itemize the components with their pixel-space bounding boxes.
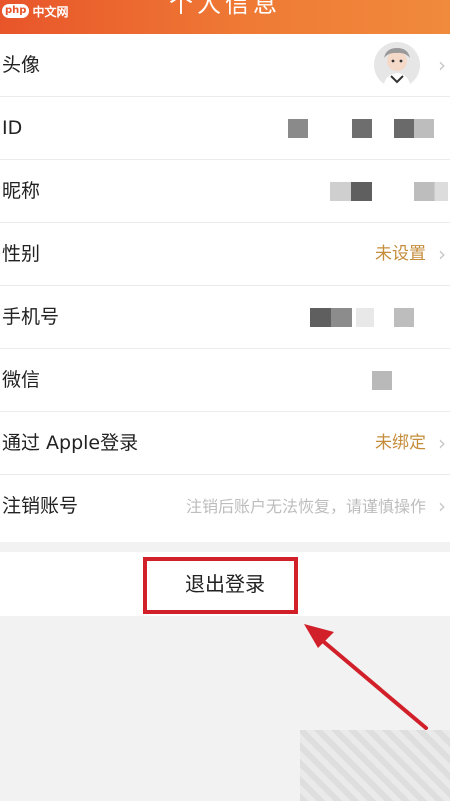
watermark-blur bbox=[300, 730, 450, 801]
annotation-arrow-icon bbox=[304, 624, 428, 730]
